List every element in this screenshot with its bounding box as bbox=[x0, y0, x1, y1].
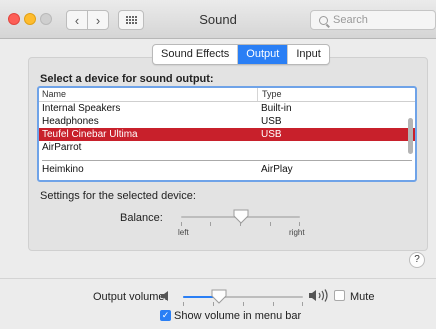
table-header: Name Type bbox=[39, 88, 415, 102]
device-prompt: Select a device for sound output: bbox=[40, 73, 214, 85]
table-row-selected[interactable]: Teufel Cinebar Ultima USB bbox=[39, 128, 415, 141]
column-header-name[interactable]: Name bbox=[39, 88, 258, 101]
mute-label: Mute bbox=[350, 291, 375, 303]
table-row[interactable]: Headphones USB bbox=[39, 115, 415, 128]
table-scrollbar[interactable] bbox=[408, 118, 413, 154]
balance-tick bbox=[181, 222, 182, 226]
balance-tick bbox=[210, 222, 211, 226]
device-name: Headphones bbox=[42, 116, 99, 127]
help-button[interactable]: ? bbox=[409, 252, 425, 268]
device-name: Teufel Cinebar Ultima bbox=[42, 129, 138, 140]
device-type: Built-in bbox=[261, 103, 292, 114]
table-row[interactable]: Internal Speakers Built-in bbox=[39, 102, 415, 115]
show-volume-checkbox[interactable]: ✓ bbox=[160, 310, 171, 321]
device-name: Internal Speakers bbox=[42, 103, 121, 114]
volume-tick bbox=[243, 302, 244, 306]
balance-right-label: right bbox=[289, 228, 305, 237]
table-row[interactable]: Heimkino AirPlay bbox=[39, 163, 415, 176]
balance-label: Balance: bbox=[120, 212, 163, 224]
volume-tick bbox=[273, 302, 274, 306]
balance-knob[interactable] bbox=[233, 209, 249, 225]
device-type: AirPlay bbox=[261, 164, 293, 175]
checkmark-icon: ✓ bbox=[161, 310, 170, 320]
search-field[interactable]: Search bbox=[310, 10, 436, 30]
group-separator bbox=[42, 154, 412, 161]
search-placeholder: Search bbox=[333, 14, 368, 26]
tab-sound-effects[interactable]: Sound Effects bbox=[153, 45, 239, 64]
volume-knob[interactable] bbox=[211, 289, 227, 305]
table-row[interactable]: AirParrot bbox=[39, 141, 415, 154]
volume-tick bbox=[183, 302, 184, 306]
speaker-high-icon bbox=[309, 289, 328, 302]
tab-input[interactable]: Input bbox=[288, 45, 328, 64]
device-type: USB bbox=[261, 116, 282, 127]
output-volume-label: Output volume: bbox=[93, 291, 168, 303]
device-name: Heimkino bbox=[42, 164, 84, 175]
section-divider bbox=[0, 278, 436, 279]
device-table[interactable]: Name Type Internal Speakers Built-in Hea… bbox=[37, 86, 417, 182]
balance-left-label: left bbox=[178, 228, 189, 237]
device-type bbox=[257, 141, 261, 154]
speaker-low-icon bbox=[161, 291, 168, 301]
settings-label: Settings for the selected device: bbox=[40, 190, 196, 202]
title-bar: ‹ › Sound Search bbox=[0, 0, 436, 39]
tab-output[interactable]: Output bbox=[238, 45, 289, 64]
search-icon bbox=[319, 15, 328, 25]
mute-checkbox[interactable] bbox=[334, 290, 345, 301]
balance-tick bbox=[299, 222, 300, 226]
column-header-type[interactable]: Type bbox=[258, 88, 282, 101]
show-volume-label: Show volume in menu bar bbox=[174, 310, 302, 322]
device-name: AirParrot bbox=[42, 142, 82, 153]
volume-tick bbox=[302, 302, 303, 306]
balance-tick bbox=[270, 222, 271, 226]
tab-bar: Sound Effects Output Input bbox=[152, 44, 330, 65]
device-type: USB bbox=[261, 129, 282, 140]
